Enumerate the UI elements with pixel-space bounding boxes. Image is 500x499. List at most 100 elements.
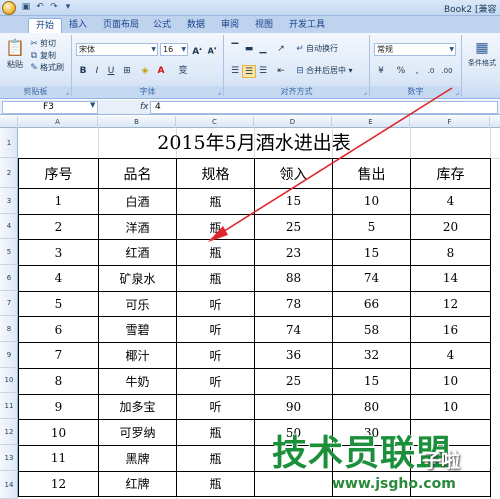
header-cell[interactable]: 领入 <box>254 158 333 189</box>
tab-developer[interactable]: 开发工具 <box>282 18 332 33</box>
table-cell[interactable]: 10 <box>410 367 491 395</box>
row-header[interactable]: 9 <box>0 342 18 368</box>
column-header-b[interactable]: B <box>98 116 176 128</box>
column-header-e[interactable]: E <box>332 116 410 128</box>
dialog-launcher-icon[interactable]: ⌟ <box>66 88 69 96</box>
dialog-launcher-icon[interactable]: ⌟ <box>218 88 221 96</box>
decrease-decimal-icon[interactable]: .00 <box>440 65 454 78</box>
table-cell[interactable]: 瓶 <box>176 188 255 215</box>
dialog-launcher-icon[interactable]: ⌟ <box>364 88 367 96</box>
table-cell[interactable]: 瓶 <box>176 470 255 498</box>
column-header-a[interactable]: A <box>18 116 98 128</box>
table-cell[interactable]: 90 <box>254 393 333 421</box>
column-header-f[interactable]: F <box>410 116 490 128</box>
paste-button[interactable]: 📋 粘贴 <box>4 37 26 71</box>
border-icon[interactable]: ⊞ <box>120 65 134 78</box>
table-cell[interactable]: 36 <box>254 342 333 369</box>
table-cell[interactable]: 瓶 <box>176 444 255 472</box>
table-cell[interactable]: 红牌 <box>98 470 177 498</box>
table-cell[interactable]: 6 <box>18 316 99 344</box>
table-cell[interactable]: 听 <box>176 290 255 318</box>
office-button[interactable] <box>2 1 16 15</box>
table-cell[interactable]: 10 <box>332 188 411 215</box>
align-top-icon[interactable]: ▔ <box>228 43 242 56</box>
table-cell[interactable]: 14 <box>410 265 491 292</box>
name-box[interactable]: F3 <box>2 101 98 114</box>
align-right-icon[interactable]: ☰ <box>256 65 270 78</box>
row-header[interactable]: 2 <box>0 158 18 188</box>
table-cell[interactable]: 瓶 <box>176 265 255 292</box>
tab-data[interactable]: 数据 <box>180 18 212 33</box>
table-cell[interactable]: 瓶 <box>176 419 255 446</box>
table-cell[interactable]: 80 <box>332 393 411 421</box>
align-center-icon[interactable]: ☰ <box>242 65 256 78</box>
table-cell[interactable] <box>254 444 333 472</box>
row-header[interactable]: 3 <box>0 188 18 214</box>
number-format-select[interactable]: 常规 ▼ <box>374 43 456 56</box>
row-header[interactable]: 12 <box>0 419 18 445</box>
orientation-icon[interactable]: ↗ <box>274 43 288 56</box>
table-cell[interactable] <box>332 444 411 472</box>
redo-icon[interactable]: ↷ <box>48 2 60 13</box>
qat-dropdown-icon[interactable]: ▾ <box>62 2 74 13</box>
table-cell[interactable]: 牛奶 <box>98 367 177 395</box>
row-header[interactable]: 1 <box>0 128 18 158</box>
tab-view[interactable]: 视图 <box>248 18 280 33</box>
indent-decrease-icon[interactable]: ⇤ <box>274 65 288 78</box>
table-cell[interactable]: 瓶 <box>176 213 255 241</box>
cut-button[interactable]: ✂ 剪切 <box>28 38 56 50</box>
table-cell[interactable]: 15 <box>332 367 411 395</box>
increase-decimal-icon[interactable]: .0 <box>424 65 438 78</box>
table-cell[interactable]: 15 <box>254 188 333 215</box>
table-cell[interactable]: 5 <box>18 290 99 318</box>
table-cell[interactable]: 红酒 <box>98 239 177 267</box>
decrease-font-icon[interactable]: A▾ <box>205 43 219 56</box>
dialog-launcher-icon[interactable]: ⌟ <box>456 88 459 96</box>
table-cell[interactable] <box>254 470 333 498</box>
row-header[interactable]: 11 <box>0 393 18 419</box>
font-name-select[interactable]: 宋体 ▼ <box>76 43 158 56</box>
table-cell[interactable]: 白酒 <box>98 188 177 215</box>
row-header[interactable]: 5 <box>0 239 18 265</box>
table-cell[interactable]: 10 <box>410 393 491 421</box>
tab-home[interactable]: 开始 <box>28 18 63 33</box>
undo-icon[interactable]: ↶ <box>34 2 46 13</box>
column-header-d[interactable]: D <box>254 116 332 128</box>
table-cell[interactable]: 听 <box>176 316 255 344</box>
formula-input[interactable]: 4 <box>150 101 498 114</box>
table-cell[interactable]: 4 <box>18 265 99 292</box>
row-header[interactable]: 8 <box>0 316 18 342</box>
row-header[interactable]: 10 <box>0 368 18 393</box>
row-header[interactable]: 4 <box>0 214 18 239</box>
table-cell[interactable]: 78 <box>254 290 333 318</box>
table-cell[interactable]: 12 <box>18 470 99 498</box>
comma-icon[interactable]: , <box>410 65 424 78</box>
table-cell[interactable]: 洋酒 <box>98 213 177 241</box>
table-cell[interactable]: 58 <box>332 316 411 344</box>
table-cell[interactable]: 20 <box>410 213 491 241</box>
table-cell[interactable] <box>410 419 491 446</box>
italic-icon[interactable]: I <box>90 65 104 78</box>
tab-review[interactable]: 审阅 <box>214 18 246 33</box>
tab-insert[interactable]: 插入 <box>62 18 94 33</box>
row-header[interactable]: 6 <box>0 265 18 291</box>
percent-icon[interactable]: % <box>394 65 408 78</box>
align-middle-icon[interactable]: ▬ <box>242 43 256 56</box>
table-cell[interactable]: 9 <box>18 393 99 421</box>
table-cell[interactable]: 听 <box>176 367 255 395</box>
align-left-icon[interactable]: ☰ <box>228 65 242 78</box>
table-cell[interactable]: 瓶 <box>176 239 255 267</box>
table-cell[interactable]: 加多宝 <box>98 393 177 421</box>
currency-icon[interactable]: ¥ <box>374 65 388 78</box>
table-cell[interactable]: 雪碧 <box>98 316 177 344</box>
row-header[interactable]: 14 <box>0 471 18 499</box>
column-header-c[interactable]: C <box>176 116 254 128</box>
conditional-format-button[interactable]: ▦ 条件格式 <box>466 39 498 69</box>
table-cell[interactable] <box>410 444 491 472</box>
table-cell[interactable] <box>332 470 411 498</box>
table-cell[interactable]: 10 <box>18 419 99 446</box>
bold-icon[interactable]: B <box>76 65 90 78</box>
table-cell[interactable]: 矿泉水 <box>98 265 177 292</box>
copy-button[interactable]: ⧉ 复制 <box>28 50 56 62</box>
table-cell[interactable]: 黑牌 <box>98 444 177 472</box>
